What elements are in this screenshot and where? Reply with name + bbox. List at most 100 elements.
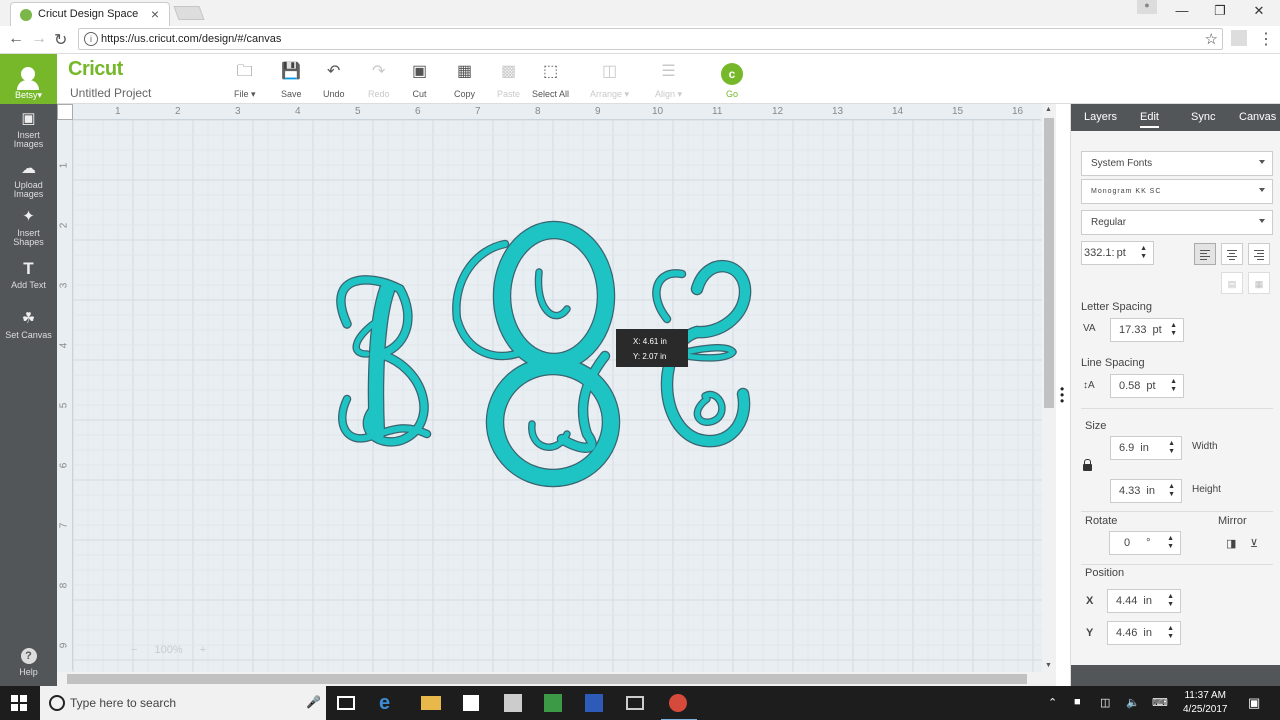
font-style-value: Regular (1091, 217, 1127, 228)
volume-icon[interactable]: 🔈 (1126, 696, 1140, 709)
tray-app-icon[interactable]: ■ (1074, 696, 1081, 708)
chrome-menu-icon[interactable]: ⋮ (1258, 29, 1274, 49)
microphone-icon[interactable]: 🎤 (306, 695, 321, 709)
stepper-icon[interactable]: ▲ ▼ (1140, 245, 1147, 261)
file-button[interactable]: 🗀 File ▾ (234, 62, 256, 100)
zoom-controls: − 100% + (131, 644, 220, 656)
align-left-button[interactable] (1194, 243, 1216, 265)
windows-start-icon[interactable] (11, 695, 27, 711)
mirror-horizontal-icon[interactable]: ◨ (1226, 537, 1236, 550)
tab-close-icon[interactable]: × (151, 6, 159, 22)
save-button[interactable]: 💾 Save (281, 62, 302, 99)
stepper-icon[interactable]: ▲ ▼ (1168, 483, 1175, 499)
undo-button[interactable]: ↶ Undo (323, 62, 345, 99)
app-icon-1[interactable] (504, 694, 522, 712)
extension-icon[interactable] (1231, 30, 1247, 46)
file-explorer-icon[interactable] (421, 696, 441, 710)
browser-tab[interactable]: Cricut Design Space × (10, 2, 170, 26)
redo-icon: ↷ (372, 63, 386, 80)
maximize-icon[interactable]: ❐ (1205, 3, 1235, 19)
scroll-up-icon[interactable]: ▲ (1045, 106, 1052, 113)
zoom-in-button[interactable]: + (200, 644, 206, 656)
font-style-select[interactable]: Regular (1081, 210, 1273, 235)
task-view-icon[interactable] (337, 696, 355, 710)
stepper-icon[interactable]: ▲ ▼ (1168, 440, 1175, 456)
horizontal-scroll-thumb[interactable] (67, 674, 1027, 684)
stepper-icon[interactable]: ▲ ▼ (1167, 625, 1174, 641)
align-center-button[interactable] (1221, 243, 1243, 265)
browser-toolbar: ← → ↻ i https://us.cricut.com/design/#/c… (0, 26, 1280, 54)
zoom-out-button[interactable]: − (131, 644, 137, 656)
tab-canvas[interactable]: Canvas (1239, 111, 1276, 123)
line-spacing-input[interactable]: 0.58 pt ▲ ▼ (1110, 374, 1184, 398)
canvas-horizontal-scrollbar[interactable] (57, 672, 1042, 686)
taskbar-search[interactable]: Type here to search 🎤 (40, 686, 326, 720)
set-canvas-button[interactable]: ☘ Set Canvas (0, 310, 57, 340)
font-family-select[interactable]: Monogram KK SC (1081, 179, 1273, 204)
app-icon-3[interactable] (585, 694, 603, 712)
site-info-icon[interactable]: i (84, 32, 98, 46)
address-bar[interactable]: i https://us.cricut.com/design/#/canvas … (78, 28, 1223, 50)
forward-icon[interactable]: → (31, 30, 47, 48)
new-tab-button[interactable] (173, 6, 205, 20)
insert-images-button[interactable]: ▣ Insert Images (0, 110, 57, 149)
text-style-button[interactable]: ▤ (1221, 272, 1243, 294)
action-center-icon[interactable]: ▣ (1248, 695, 1260, 711)
reload-icon[interactable]: ↻ (54, 30, 67, 50)
monogram-design[interactable] (57, 104, 1056, 686)
align-right-button[interactable] (1248, 243, 1270, 265)
keyboard-icon[interactable]: ⌨ (1152, 696, 1168, 709)
position-x-input[interactable]: 4.44 in ▲ ▼ (1107, 589, 1181, 613)
stepper-icon[interactable]: ▲ ▼ (1167, 535, 1174, 551)
help-button[interactable]: ? Help (0, 648, 57, 677)
screen-recorder-icon[interactable] (626, 696, 644, 710)
tray-chevron-icon[interactable]: ⌃ (1048, 696, 1057, 709)
cloud-upload-icon: ☁ (21, 160, 36, 177)
scroll-down-icon[interactable]: ▼ (1045, 662, 1052, 669)
go-button[interactable]: c Go (720, 63, 744, 99)
store-icon[interactable] (463, 695, 479, 711)
back-icon[interactable]: ← (8, 30, 24, 48)
height-input[interactable]: 4.33 in ▲ ▼ (1110, 479, 1182, 503)
insert-shapes-button[interactable]: ✦ Insert Shapes (0, 208, 57, 247)
text-style-button-2[interactable]: ▦ (1248, 272, 1270, 294)
tab-layers[interactable]: Layers (1084, 111, 1117, 123)
panel-resize-handle[interactable]: • • • (1056, 104, 1070, 686)
chrome-profile-icon[interactable]: ● (1137, 0, 1157, 14)
stepper-icon[interactable]: ▲ ▼ (1167, 593, 1174, 609)
app-icon-2[interactable] (544, 694, 562, 712)
arrange-button[interactable]: ◫ Arrange ▾ (590, 62, 629, 100)
chrome-icon[interactable] (661, 694, 697, 720)
minimize-icon[interactable]: — (1167, 3, 1197, 18)
bookmark-star-icon[interactable]: ☆ (1205, 30, 1218, 48)
select-all-button[interactable]: ⬚ Select All (532, 62, 569, 99)
align-button[interactable]: ☰ Align ▾ (655, 62, 682, 100)
rotate-input[interactable]: 0 ° ▲ ▼ (1109, 531, 1181, 555)
mirror-vertical-icon[interactable]: ⊻ (1250, 537, 1258, 550)
redo-button[interactable]: ↷ Redo (368, 62, 390, 99)
network-icon[interactable]: ◫ (1100, 696, 1110, 709)
lock-icon[interactable] (1083, 459, 1092, 471)
font-source-select[interactable]: System Fonts (1081, 151, 1273, 176)
close-window-icon[interactable]: ✕ (1244, 3, 1274, 19)
shapes-icon: ✦ (22, 208, 35, 225)
canvas-vertical-scrollbar[interactable]: ▲ ▼ (1042, 104, 1056, 686)
paste-button[interactable]: ▩ Paste (497, 62, 520, 99)
add-text-button[interactable]: T Add Text (0, 260, 57, 290)
design-canvas[interactable]: 1 2 3 4 5 6 7 8 9 10 11 12 13 14 15 16 123456789 (57, 104, 1056, 686)
font-size-input[interactable]: 332.1: pt ▲ ▼ (1081, 241, 1154, 265)
edge-browser-icon[interactable]: e (379, 693, 399, 713)
position-y-input[interactable]: 4.46 in ▲ ▼ (1107, 621, 1181, 645)
stepper-icon[interactable]: ▲ ▼ (1170, 378, 1177, 394)
tab-sync[interactable]: Sync (1191, 111, 1215, 123)
letter-spacing-input[interactable]: 17.33 pt ▲ ▼ (1110, 318, 1184, 342)
width-input[interactable]: 6.9 in ▲ ▼ (1110, 436, 1182, 460)
user-menu-button[interactable]: Betsy▾ (0, 54, 57, 104)
copy-button[interactable]: ▦ Copy (454, 62, 475, 99)
taskbar-clock[interactable]: 11:37 AM 4/25/2017 (1183, 689, 1228, 717)
upload-images-button[interactable]: ☁ Upload Images (0, 160, 57, 199)
vertical-scroll-thumb[interactable] (1044, 118, 1054, 408)
cut-button[interactable]: ▣ Cut (412, 62, 427, 99)
tab-edit[interactable]: Edit (1140, 111, 1159, 128)
stepper-icon[interactable]: ▲ ▼ (1170, 322, 1177, 338)
